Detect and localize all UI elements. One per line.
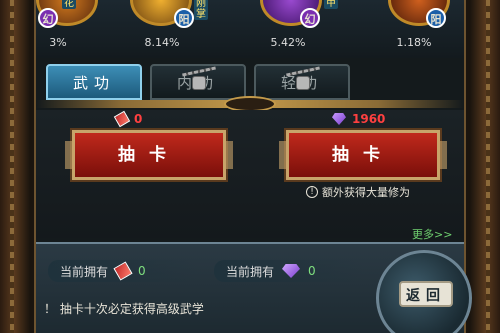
gem-icon: [332, 113, 346, 125]
skill-type-badge: 幻: [300, 8, 320, 28]
own-scroll-count: 当前拥有 0: [48, 260, 198, 282]
own-gem-value: 0: [308, 264, 316, 278]
scroll-icon: [113, 110, 131, 128]
gem-icon: [282, 264, 301, 278]
gem-cost-value: 1960: [352, 112, 386, 126]
draw-with-scroll-button[interactable]: 抽卡: [65, 128, 233, 182]
own-gem-count: 当前拥有 0: [214, 260, 364, 282]
scroll-cost-value: 0: [134, 112, 143, 126]
draw-area: 0 抽卡 1960 抽卡 ! 额外获得大量修为 更多>>: [36, 110, 464, 241]
skill-probability: 1.18%: [396, 36, 432, 49]
skill-probability: 5.42%: [270, 36, 306, 49]
gem-cost: 1960: [332, 112, 385, 126]
lock-icon: [192, 76, 206, 90]
tab-inner-skill[interactable]: 内功: [150, 64, 246, 100]
skill-card-2[interactable]: 阳 刚掌 8.14%: [122, 0, 208, 49]
skill-name-tag: 花: [62, 0, 76, 9]
skill-name-tag: 刚掌: [194, 0, 208, 20]
bonus-note-text: 额外获得大量修为: [322, 186, 410, 199]
back-button[interactable]: 返回: [376, 250, 472, 333]
own-scroll-value: 0: [138, 264, 146, 278]
own-label: 当前拥有: [60, 264, 109, 279]
back-button-label: 返回: [399, 281, 453, 307]
tab-martial-arts[interactable]: 武功: [46, 64, 142, 100]
skill-card-3[interactable]: 幻 甲 5.42%: [252, 0, 338, 49]
lock-icon: [296, 76, 310, 90]
skill-name-tag: 甲: [324, 0, 338, 9]
skill-card-1[interactable]: 幻 花 3%: [28, 0, 108, 49]
skill-type-badge: 幻: [38, 8, 58, 28]
skill-card-4[interactable]: 阳 1.18%: [380, 0, 460, 49]
bonus-note: ! 额外获得大量修为: [306, 184, 410, 200]
info-icon: !: [306, 186, 318, 198]
tab-light-skill[interactable]: 轻功: [254, 64, 350, 100]
scroll-cost: 0: [113, 110, 143, 128]
skill-type-badge: 阳: [426, 8, 446, 28]
gacha-panel: 幻 花 3% 阳 刚掌 8.14% 幻 甲 5.42% 阳 1.18% 武功 内…: [34, 0, 472, 333]
more-link[interactable]: 更多>>: [412, 226, 452, 242]
draw-tip: ！ 抽卡十次必定获得高级武学: [44, 302, 204, 316]
skill-type-badge: 阳: [174, 8, 194, 28]
skill-strip: 幻 花 3% 阳 刚掌 8.14% 幻 甲 5.42% 阳 1.18%: [36, 0, 464, 58]
scroll-icon: [113, 261, 133, 281]
skill-probability: 8.14%: [144, 36, 180, 49]
bottom-bar: 当前拥有 0 当前拥有 0 ！ 抽卡十次必定获得高级武学 返回: [36, 242, 472, 333]
own-label: 当前拥有: [226, 264, 275, 279]
draw-with-gem-button[interactable]: 抽卡: [279, 128, 447, 182]
skill-probability: 3%: [49, 36, 67, 49]
